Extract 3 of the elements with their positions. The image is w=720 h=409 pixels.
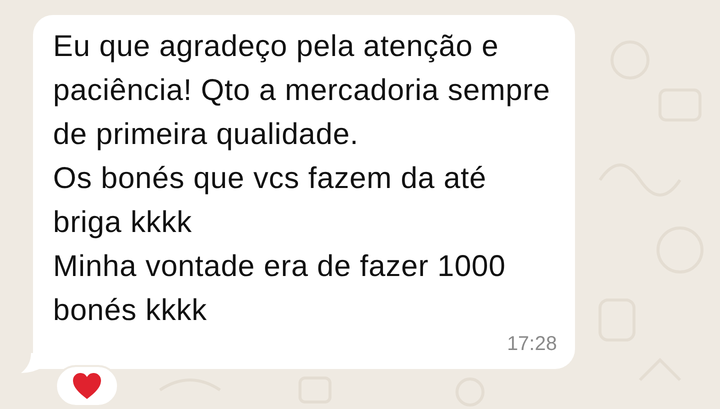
message-time: 17:28 (506, 333, 557, 355)
message-text: Eu que agradeço pela atenção e paciência! Qto a mercadoria sempre de primeira qualidade. Os bonés que vcs fazem da até briga kkkk Minha vontade era de fazer 1000 bonés kkkk (53, 29, 552, 329)
heart-icon (72, 372, 102, 400)
